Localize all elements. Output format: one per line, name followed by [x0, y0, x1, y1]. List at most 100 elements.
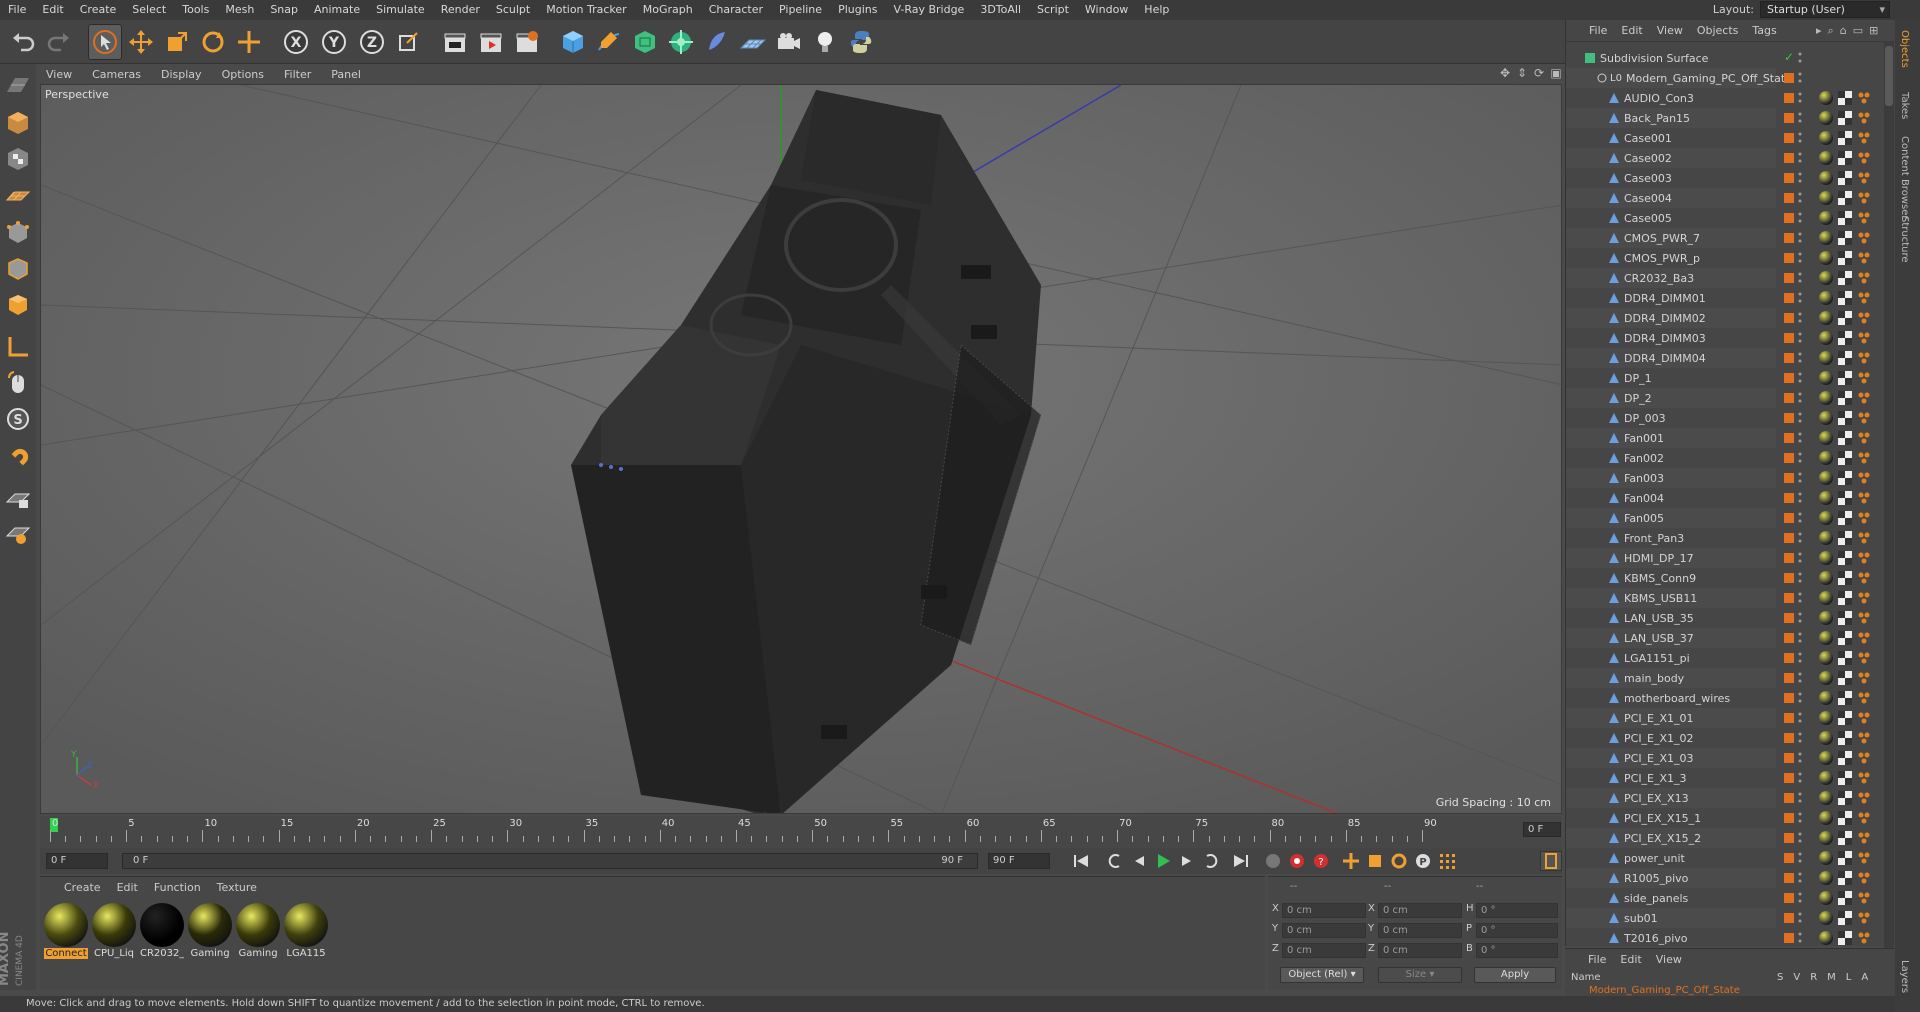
material-tag-icon[interactable]	[1819, 731, 1833, 745]
texture-tag-icon[interactable]	[1838, 391, 1852, 405]
visibility-dots-icon[interactable]	[1798, 491, 1802, 505]
material-swatch[interactable]: Connect	[44, 903, 88, 959]
points-mode-button[interactable]	[3, 218, 33, 248]
visibility-dots-icon[interactable]	[1798, 291, 1802, 305]
texture-tag-icon[interactable]	[1838, 711, 1852, 725]
object-row[interactable]: DDR4_DIMM02	[1566, 308, 1884, 328]
render-view-button[interactable]	[438, 24, 472, 60]
right-tab-objects[interactable]: Objects	[1899, 30, 1910, 68]
phong-tag-icon[interactable]	[1857, 551, 1871, 565]
right-tab-content-browser[interactable]: Content Browser	[1899, 136, 1910, 219]
transform-tool-button[interactable]	[232, 24, 266, 60]
visibility-dots-icon[interactable]	[1798, 831, 1802, 845]
layer-column-header[interactable]: R	[1810, 972, 1817, 983]
layout-dropdown[interactable]: Startup (User)	[1760, 1, 1890, 18]
material-menu-function[interactable]: Function	[146, 881, 209, 894]
python-button[interactable]	[844, 24, 878, 60]
texture-tag-icon[interactable]	[1838, 291, 1852, 305]
object-row[interactable]: PCI_EX_X15_1	[1566, 808, 1884, 828]
phong-tag-icon[interactable]	[1857, 271, 1871, 285]
menu-simulate[interactable]: Simulate	[368, 0, 433, 20]
object-row[interactable]: Case003	[1566, 168, 1884, 188]
visibility-dots-icon[interactable]	[1798, 551, 1802, 565]
phong-tag-icon[interactable]	[1857, 471, 1871, 485]
visibility-dots-icon[interactable]	[1798, 451, 1802, 465]
texture-tag-icon[interactable]	[1838, 531, 1852, 545]
coordinate-value-field[interactable]: 0 °	[1476, 923, 1558, 938]
texture-tag-icon[interactable]	[1838, 111, 1852, 125]
material-tag-icon[interactable]	[1819, 591, 1833, 605]
texture-tag-icon[interactable]	[1838, 231, 1852, 245]
object-row[interactable]: DP_2	[1566, 388, 1884, 408]
phong-tag-icon[interactable]	[1857, 591, 1871, 605]
menu-mesh[interactable]: Mesh	[217, 0, 262, 20]
play-button[interactable]	[1152, 851, 1174, 871]
object-row[interactable]: main_body	[1566, 668, 1884, 688]
material-tag-icon[interactable]	[1819, 631, 1833, 645]
material-tag-icon[interactable]	[1819, 491, 1833, 505]
material-tag-icon[interactable]	[1819, 151, 1833, 165]
object-row[interactable]: sub01	[1566, 908, 1884, 928]
object-row[interactable]: Fan001	[1566, 428, 1884, 448]
layer-column-header[interactable]: S	[1777, 972, 1783, 983]
visibility-dots-icon[interactable]	[1798, 191, 1802, 205]
light-button[interactable]	[808, 24, 842, 60]
layer-column-header[interactable]: M	[1827, 972, 1836, 983]
texture-tag-icon[interactable]	[1838, 771, 1852, 785]
menu-character[interactable]: Character	[701, 0, 771, 20]
phong-tag-icon[interactable]	[1857, 851, 1871, 865]
autokey-button[interactable]: ?	[1310, 851, 1332, 871]
go-to-end-button[interactable]	[1230, 851, 1252, 871]
select-tool-button[interactable]	[88, 23, 122, 60]
viewport-menu-cameras[interactable]: Cameras	[82, 68, 151, 81]
phong-tag-icon[interactable]	[1857, 91, 1871, 105]
workplane-mode-button[interactable]	[3, 180, 33, 210]
material-tag-icon[interactable]	[1819, 671, 1833, 685]
material-swatch[interactable]: Gaming	[188, 903, 232, 959]
phong-tag-icon[interactable]	[1857, 291, 1871, 305]
phong-tag-icon[interactable]	[1857, 811, 1871, 825]
texture-tag-icon[interactable]	[1838, 671, 1852, 685]
menu-plugins[interactable]: Plugins	[830, 0, 885, 20]
om-menu-edit[interactable]: Edit	[1614, 24, 1649, 37]
cube-primitive-button[interactable]	[556, 24, 590, 60]
layer-column-header[interactable]: A	[1861, 972, 1868, 983]
visibility-dots-icon[interactable]	[1798, 171, 1802, 185]
material-tag-icon[interactable]	[1819, 891, 1833, 905]
material-tag-icon[interactable]	[1819, 171, 1833, 185]
phong-tag-icon[interactable]	[1857, 431, 1871, 445]
object-row[interactable]: PCI_E_X1_02	[1566, 728, 1884, 748]
menu-v-ray-bridge[interactable]: V-Ray Bridge	[885, 0, 972, 20]
render-to-picture-viewer-button[interactable]	[474, 24, 508, 60]
object-row[interactable]: L0 Modern_Gaming_PC_Off_State	[1566, 68, 1884, 88]
texture-tag-icon[interactable]	[1838, 931, 1852, 945]
visibility-dots-icon[interactable]	[1798, 211, 1802, 225]
material-swatch[interactable]: CPU_Liq	[92, 903, 136, 959]
menu-script[interactable]: Script	[1029, 0, 1077, 20]
phong-tag-icon[interactable]	[1857, 231, 1871, 245]
visibility-dots-icon[interactable]	[1798, 231, 1802, 245]
texture-tag-icon[interactable]	[1838, 611, 1852, 625]
material-swatch[interactable]: LGA115	[284, 903, 328, 959]
texture-tag-icon[interactable]	[1838, 491, 1852, 505]
texture-tag-icon[interactable]	[1838, 371, 1852, 385]
subdivision-generator-button[interactable]	[628, 24, 662, 60]
home-icon[interactable]: ⌂	[1840, 24, 1847, 38]
coordinate-value-field[interactable]: 0 cm	[1282, 943, 1366, 958]
phong-tag-icon[interactable]	[1857, 751, 1871, 765]
phong-tag-icon[interactable]	[1857, 131, 1871, 145]
phong-tag-icon[interactable]	[1857, 671, 1871, 685]
enabled-check-icon[interactable]: ✓	[1784, 50, 1794, 64]
layer-menu-view[interactable]: View	[1649, 953, 1689, 966]
material-tag-icon[interactable]	[1819, 111, 1833, 125]
texture-tag-icon[interactable]	[1838, 731, 1852, 745]
object-row[interactable]: KBMS_USB11	[1566, 588, 1884, 608]
edit-render-settings-button[interactable]	[510, 24, 544, 60]
material-tag-icon[interactable]	[1819, 451, 1833, 465]
right-tab-structure[interactable]: Structure	[1899, 216, 1910, 263]
visibility-dots-icon[interactable]	[1798, 711, 1802, 725]
menu-window[interactable]: Window	[1077, 0, 1136, 20]
make-editable-button[interactable]	[3, 70, 33, 100]
visibility-dots-icon[interactable]	[1798, 871, 1802, 885]
coordinate-value-field[interactable]: 0 cm	[1378, 943, 1462, 958]
